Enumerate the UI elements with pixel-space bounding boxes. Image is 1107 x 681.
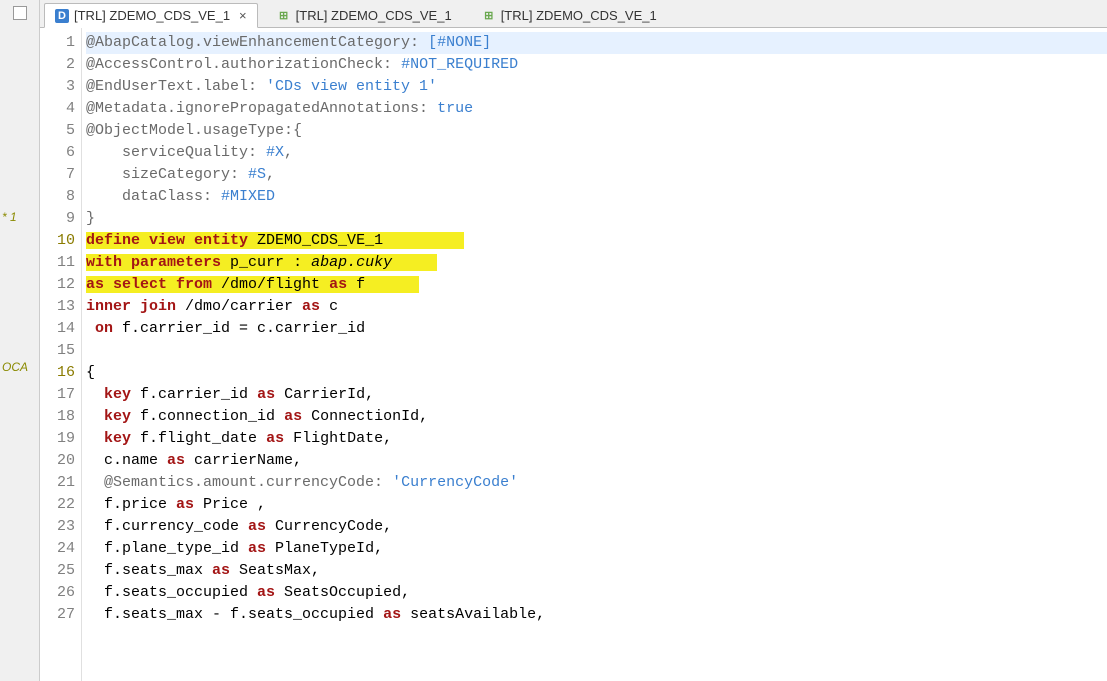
editor-tab-0[interactable]: D [TRL] ZDEMO_CDS_VE_1 × (44, 3, 258, 28)
line-number: 8 (40, 186, 75, 208)
line-number: 16 (40, 362, 75, 384)
code-line[interactable]: @AccessControl.authorizationCheck: #NOT_… (86, 54, 1107, 76)
line-number: 9 (40, 208, 75, 230)
line-number: 14 (40, 318, 75, 340)
line-number: 19 (40, 428, 75, 450)
tab-icon: ⊞ (277, 9, 291, 23)
line-number: 25 (40, 560, 75, 582)
code-line[interactable]: on f.carrier_id = c.carrier_id (86, 318, 1107, 340)
code-line[interactable]: key f.connection_id as ConnectionId, (86, 406, 1107, 428)
editor-tabs: D [TRL] ZDEMO_CDS_VE_1 × ⊞ [TRL] ZDEMO_CDS_V… (40, 0, 1107, 28)
side-label-2: OCA (2, 360, 28, 374)
line-number: 5 (40, 120, 75, 142)
code-line[interactable]: f.seats_max as SeatsMax, (86, 560, 1107, 582)
code-line[interactable]: key f.carrier_id as CarrierId, (86, 384, 1107, 406)
line-number: 12 (40, 274, 75, 296)
code-line[interactable]: dataClass: #MIXED (86, 186, 1107, 208)
minimize-icon[interactable] (13, 6, 27, 20)
editor-tab-1[interactable]: ⊞ [TRL] ZDEMO_CDS_VE_1 (266, 3, 463, 27)
line-number: 21 (40, 472, 75, 494)
editor-tab-2[interactable]: ⊞ [TRL] ZDEMO_CDS_VE_1 (471, 3, 668, 27)
line-number: 2 (40, 54, 75, 76)
code-line[interactable]: f.plane_type_id as PlaneTypeId, (86, 538, 1107, 560)
code-line[interactable]: @ObjectModel.usageType:{ (86, 120, 1107, 142)
line-number: 24 (40, 538, 75, 560)
code-line[interactable]: @Metadata.ignorePropagatedAnnotations: t… (86, 98, 1107, 120)
line-number: 15 (40, 340, 75, 362)
tab-close-icon[interactable]: × (239, 8, 247, 23)
line-number: 11 (40, 252, 75, 274)
line-number: 6 (40, 142, 75, 164)
code-line[interactable]: } (86, 208, 1107, 230)
line-number: 20 (40, 450, 75, 472)
line-number: 27 (40, 604, 75, 626)
code-line[interactable]: { (86, 362, 1107, 384)
tab-icon: ⊞ (482, 9, 496, 23)
code-line[interactable]: define view entity ZDEMO_CDS_VE_1 (86, 230, 1107, 252)
tab-icon: D (55, 9, 69, 23)
code-line[interactable]: inner join /dmo/carrier as c (86, 296, 1107, 318)
code-line[interactable]: f.seats_occupied as SeatsOccupied, (86, 582, 1107, 604)
line-number: 10 (40, 230, 75, 252)
line-number: 1 (40, 32, 75, 54)
code-line[interactable]: key f.flight_date as FlightDate, (86, 428, 1107, 450)
code-line[interactable]: @AbapCatalog.viewEnhancementCategory: [#… (86, 32, 1107, 54)
line-number: 4 (40, 98, 75, 120)
line-number: 26 (40, 582, 75, 604)
side-label-1: * 1 (2, 210, 17, 224)
line-number: 18 (40, 406, 75, 428)
code-line[interactable]: as select from /dmo/flight as f (86, 274, 1107, 296)
editor-pane: 1234567891011121314151617181920212223242… (40, 28, 1107, 681)
line-number: 3 (40, 76, 75, 98)
line-number: 17 (40, 384, 75, 406)
tab-label: [TRL] ZDEMO_CDS_VE_1 (74, 8, 230, 23)
code-area[interactable]: @AbapCatalog.viewEnhancementCategory: [#… (82, 28, 1107, 681)
code-line[interactable]: f.price as Price , (86, 494, 1107, 516)
line-number: 7 (40, 164, 75, 186)
line-number: 13 (40, 296, 75, 318)
code-line[interactable]: f.seats_max - f.seats_occupied as seatsA… (86, 604, 1107, 626)
code-line[interactable]: @EndUserText.label: 'CDs view entity 1' (86, 76, 1107, 98)
line-number: 23 (40, 516, 75, 538)
line-number: 22 (40, 494, 75, 516)
code-line[interactable]: sizeCategory: #S, (86, 164, 1107, 186)
code-line[interactable]: c.name as carrierName, (86, 450, 1107, 472)
code-line[interactable]: serviceQuality: #X, (86, 142, 1107, 164)
code-line[interactable] (86, 340, 1107, 362)
code-line[interactable]: @Semantics.amount.currencyCode: 'Currenc… (86, 472, 1107, 494)
tab-label: [TRL] ZDEMO_CDS_VE_1 (296, 8, 452, 23)
ide-left-gutter: * 1 OCA (0, 0, 40, 681)
tab-label: [TRL] ZDEMO_CDS_VE_1 (501, 8, 657, 23)
code-line[interactable]: f.currency_code as CurrencyCode, (86, 516, 1107, 538)
code-line[interactable]: with parameters p_curr : abap.cuky (86, 252, 1107, 274)
editor-main: D [TRL] ZDEMO_CDS_VE_1 × ⊞ [TRL] ZDEMO_CDS_V… (40, 0, 1107, 681)
line-number-gutter: 1234567891011121314151617181920212223242… (40, 28, 82, 681)
